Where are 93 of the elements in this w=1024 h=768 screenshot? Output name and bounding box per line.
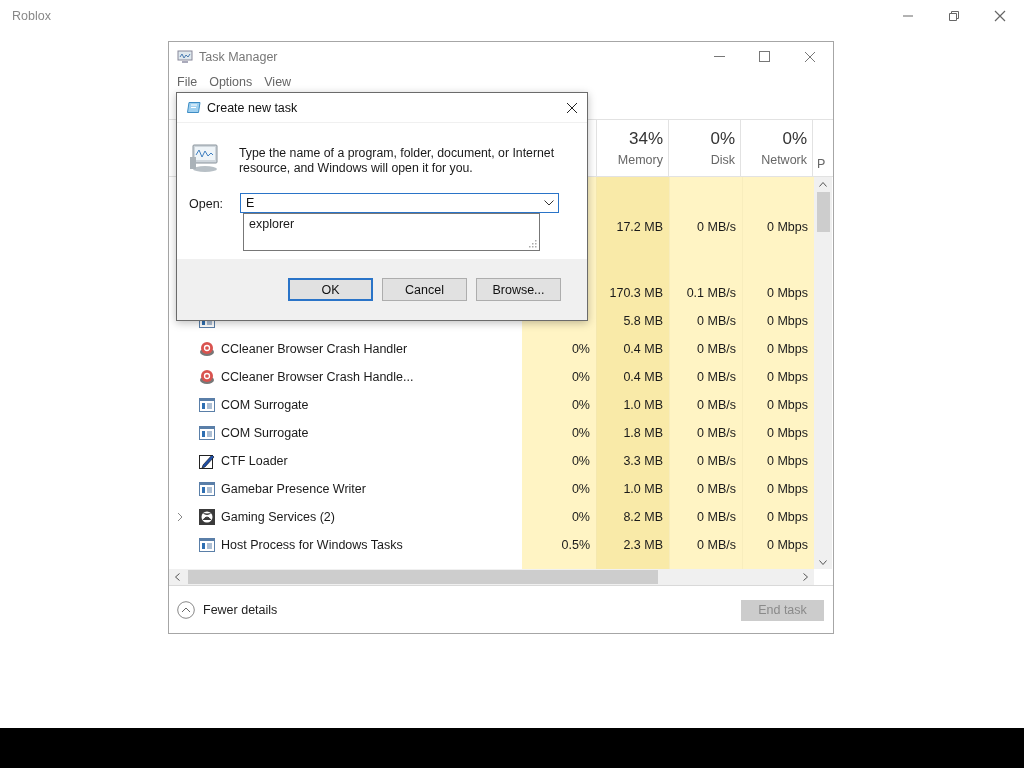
ccleaner-icon [199,369,215,385]
table-cell-text: 0.4 MB [622,341,664,358]
dialog-title: Create new task [207,100,298,115]
window-icon [199,398,215,412]
column-header[interactable]: 0% Network [740,120,812,176]
table-cell-text: 0 Mbps [766,369,809,386]
table-cell-text: 0 Mbps [766,341,809,358]
process-name: COM Surrogate [221,426,309,440]
dialog-button[interactable]: Cancel [382,278,467,301]
process-name: CCleaner Browser Crash Handle... [221,370,414,384]
column-header[interactable]: 0% Disk [668,120,740,176]
scroll-down-icon[interactable] [819,560,827,565]
dialog-button[interactable]: Browse... [476,278,561,301]
dialog-message: Type the name of a program, folder, document, or Internet resource, and Windows will open it for you. [239,146,556,176]
monitor-icon [177,49,193,64]
restore-icon[interactable] [948,10,960,22]
horizontal-scrollbar[interactable] [169,569,814,585]
table-cell-text: 0 Mbps [766,453,809,470]
table-cell-text: 0.5% [560,537,591,554]
scroll-thumb[interactable] [188,570,658,584]
fewer-details-link[interactable]: Fewer details [177,601,278,619]
collapse-icon [177,601,195,619]
scroll-left-icon[interactable] [175,573,180,581]
run-icon [187,102,201,113]
menu-item[interactable]: Options [209,75,265,89]
table-cell-text: 0% [570,481,591,498]
table-cell-text: 8.2 MB [622,509,664,526]
window-icon [199,482,215,496]
process-name: COM Surrogate [221,398,309,412]
table-cell-text: 0 Mbps [766,481,809,498]
process-name: Gaming Services (2) [221,510,335,524]
column-header[interactable]: 34% Memory [596,120,668,176]
vertical-scrollbar[interactable] [814,177,832,569]
table-cell-text: 0% [570,509,591,526]
table-cell-text: 1.0 MB [622,481,664,498]
column-header[interactable]: P [812,120,830,176]
menu-item[interactable]: File [177,75,210,89]
scroll-up-icon[interactable] [819,182,827,187]
table-cell-text: 0% [570,397,591,414]
table-cell-text: 0% [570,453,591,470]
table-cell-text: 0 Mbps [766,509,809,526]
computer-icon [189,143,221,173]
table-cell-text: 5.8 MB [622,313,664,330]
table-cell-text: 0 MB/s [696,537,737,554]
table-cell-text: 0 MB/s [696,397,737,414]
xbox-icon [199,509,215,525]
window-title: Task Manager [199,49,278,64]
table-cell-text: 0 MB/s [696,425,737,442]
table-cell-text: 2.3 MB [622,537,664,554]
table-cell-text: 3.3 MB [622,453,664,470]
close-icon[interactable] [566,101,578,114]
window-icon [199,538,215,552]
chevron-right-icon[interactable] [177,512,183,522]
pen-icon [199,453,215,469]
process-name: Gamebar Presence Writer [221,482,366,496]
dropdown-icon[interactable] [544,200,554,206]
table-cell-text: 0% [570,341,591,358]
window-title: Roblox [12,9,51,23]
table-cell-text: 0 MB/s [696,313,737,330]
process-name: CCleaner Browser Crash Handler [221,342,408,356]
table-cell-text: 0 MB/s [696,219,737,236]
scroll-thumb[interactable] [816,192,830,232]
table-cell-text: 0 MB/s [696,453,737,470]
table-cell-text: 0 Mbps [766,313,809,330]
table-cell-text: 0 MB/s [696,341,737,358]
table-cell-text: 0 Mbps [766,537,809,554]
table-cell-text: 1.0 MB [622,397,664,414]
table-cell-text: 1.8 MB [622,425,664,442]
table-cell-text: 0 Mbps [766,425,809,442]
table-cell-text: 0 Mbps [766,219,809,236]
table-cell-text: 0.1 MB/s [685,285,737,302]
window-icon [199,426,215,440]
ccleaner-icon [199,341,215,357]
maximize-icon[interactable] [759,51,770,62]
process-name: Host Process for Windows Tasks [221,538,403,552]
suggestion-item[interactable]: explorer [249,217,534,231]
table-cell-text: 0 Mbps [766,285,809,302]
process-name: CTF Loader [221,454,288,468]
table-cell-text: 170.3 MB [608,285,664,302]
table-cell-text: 0 MB/s [696,509,737,526]
table-cell-text: 0 MB/s [696,369,737,386]
open-label: Open: [189,196,225,211]
table-cell-text: 0 MB/s [696,481,737,498]
table-cell-text: 0 Mbps [766,397,809,414]
resize-grip-icon[interactable] [529,240,537,248]
table-cell-text: 0% [570,425,591,442]
table-cell-text: 0% [570,369,591,386]
menu-item[interactable]: View [264,75,304,89]
dialog-button[interactable]: OK [288,278,373,301]
table-cell-text: 17.2 MB [615,219,664,236]
open-field[interactable]: E [240,193,559,213]
scroll-right-icon[interactable] [803,573,808,581]
table-cell-text: 0.4 MB [622,369,664,386]
